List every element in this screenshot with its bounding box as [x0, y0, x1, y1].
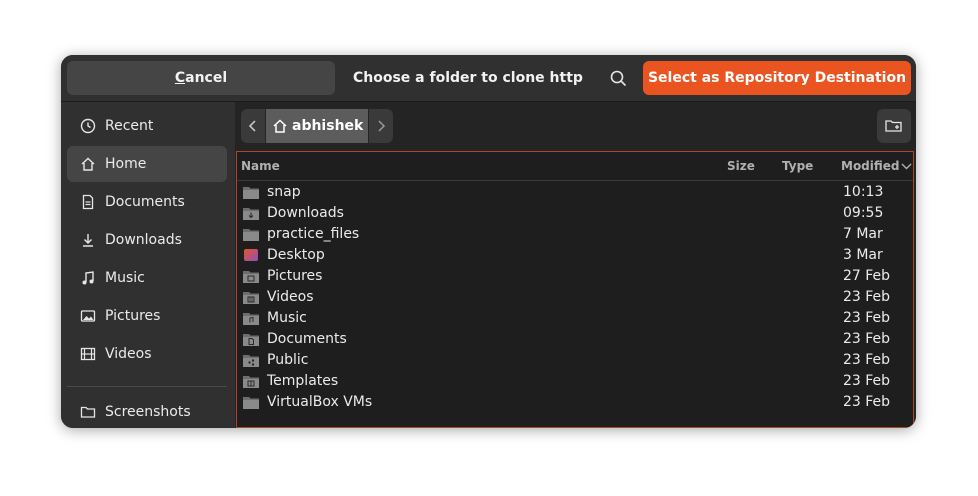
table-row[interactable]: Music 23 Feb: [237, 308, 913, 329]
folder-icon: [243, 185, 259, 199]
sidebar-item-downloads[interactable]: Downloads: [67, 222, 227, 258]
pictures-folder-icon: [243, 269, 259, 283]
file-name: Downloads: [267, 205, 344, 221]
chevron-right-icon[interactable]: [369, 109, 393, 143]
music-icon: [79, 269, 97, 287]
clock-icon: [79, 117, 97, 135]
home-icon: [79, 155, 97, 173]
sidebar-item-label: Videos: [105, 346, 152, 362]
file-name: Pictures: [267, 268, 323, 284]
video-icon: [79, 345, 97, 363]
file-browser: abhishek Name Size Type Modified snap 10…: [235, 102, 916, 428]
file-list: Name Size Type Modified snap 10:13 Downl…: [236, 151, 914, 428]
templates-folder-icon: [243, 374, 259, 388]
table-row[interactable]: Templates 23 Feb: [237, 371, 913, 392]
file-name: Templates: [267, 373, 339, 389]
breadcrumb-label: abhishek: [292, 118, 364, 134]
file-name: Music: [267, 310, 307, 326]
file-modified: 23 Feb: [843, 352, 891, 368]
breadcrumb-home[interactable]: abhishek: [266, 109, 368, 143]
file-modified: 23 Feb: [843, 289, 891, 305]
file-modified: 23 Feb: [843, 373, 891, 389]
sidebar-item-label: Downloads: [105, 232, 182, 248]
file-name: VirtualBox VMs: [267, 394, 373, 410]
table-row[interactable]: VirtualBox VMs 23 Feb: [237, 392, 913, 413]
file-chooser-dialog: Cancel Choose a folder to clone http... …: [61, 55, 916, 428]
sidebar-item-screenshots[interactable]: Screenshots: [67, 394, 227, 428]
chevron-down-icon[interactable]: [901, 160, 912, 174]
dialog-title: Choose a folder to clone http...: [353, 70, 583, 86]
sidebar-item-label: Music: [105, 270, 145, 286]
path-bar: abhishek: [235, 102, 916, 150]
sidebar-item-label: Documents: [105, 194, 185, 210]
download-icon: [79, 231, 97, 249]
sidebar-item-label: Home: [105, 156, 147, 172]
sidebar-item-recent[interactable]: Recent: [67, 108, 227, 144]
document-icon: [79, 193, 97, 211]
new-folder-icon[interactable]: [877, 109, 911, 143]
cancel-label: ancel: [185, 70, 228, 86]
table-row[interactable]: Documents 23 Feb: [237, 329, 913, 350]
table-row[interactable]: practice_files 7 Mar: [237, 224, 913, 245]
desktop-folder-icon: [243, 248, 259, 262]
file-name: Videos: [267, 289, 314, 305]
cancel-mnemonic: C: [174, 70, 186, 86]
file-modified: 23 Feb: [843, 331, 891, 347]
public-folder-icon: [243, 353, 259, 367]
file-name: Documents: [267, 331, 347, 347]
sidebar-item-home[interactable]: Home: [67, 146, 227, 182]
sidebar-item-label: Recent: [105, 118, 154, 134]
search-icon[interactable]: [607, 67, 629, 89]
file-modified: 10:13: [843, 184, 884, 200]
sidebar-item-label: Pictures: [105, 308, 161, 324]
table-row[interactable]: Downloads 09:55: [237, 203, 913, 224]
sidebar-item-music[interactable]: Music: [67, 260, 227, 296]
file-name: Desktop: [267, 247, 325, 263]
sidebar-item-documents[interactable]: Documents: [67, 184, 227, 220]
header-bar: Cancel Choose a folder to clone http... …: [61, 55, 916, 102]
file-name: practice_files: [267, 226, 360, 242]
file-modified: 09:55: [843, 205, 884, 221]
sidebar-separator: [67, 386, 227, 387]
sidebar-item-pictures[interactable]: Pictures: [67, 298, 227, 334]
videos-folder-icon: [243, 290, 259, 304]
sidebar-item-videos[interactable]: Videos: [67, 336, 227, 372]
file-modified: 7 Mar: [843, 226, 883, 242]
table-row[interactable]: Public 23 Feb: [237, 350, 913, 371]
places-sidebar: Recent Home Documents Downloads Music Pi…: [61, 102, 235, 428]
folder-icon: [243, 227, 259, 241]
documents-folder-icon: [243, 332, 259, 346]
sidebar-item-label: Screenshots: [105, 404, 191, 420]
file-modified: 23 Feb: [843, 310, 891, 326]
column-header-size[interactable]: Size: [727, 159, 755, 173]
home-icon: [272, 118, 288, 134]
file-rows: snap 10:13 Downloads 09:55 practice_file…: [237, 182, 913, 413]
music-folder-icon: [243, 311, 259, 325]
table-row[interactable]: Pictures 27 Feb: [237, 266, 913, 287]
file-name: Public: [267, 352, 309, 368]
table-row[interactable]: Desktop 3 Mar: [237, 245, 913, 266]
download-folder-icon: [243, 206, 259, 220]
file-modified: 3 Mar: [843, 247, 883, 263]
picture-icon: [79, 307, 97, 325]
file-modified: 23 Feb: [843, 394, 891, 410]
column-header-name[interactable]: Name: [241, 159, 280, 173]
select-destination-button[interactable]: Select as Repository Destination: [643, 61, 911, 95]
table-row[interactable]: snap 10:13: [237, 182, 913, 203]
column-header-modified[interactable]: Modified: [841, 159, 900, 173]
file-modified: 27 Feb: [843, 268, 891, 284]
column-header-type[interactable]: Type: [782, 159, 813, 173]
cancel-button[interactable]: Cancel: [67, 61, 335, 95]
folder-icon: [79, 403, 97, 421]
table-row[interactable]: Videos 23 Feb: [237, 287, 913, 308]
chevron-left-icon[interactable]: [241, 109, 265, 143]
file-name: snap: [267, 184, 301, 200]
column-header-row: Name Size Type Modified: [237, 152, 913, 181]
folder-icon: [243, 395, 259, 409]
